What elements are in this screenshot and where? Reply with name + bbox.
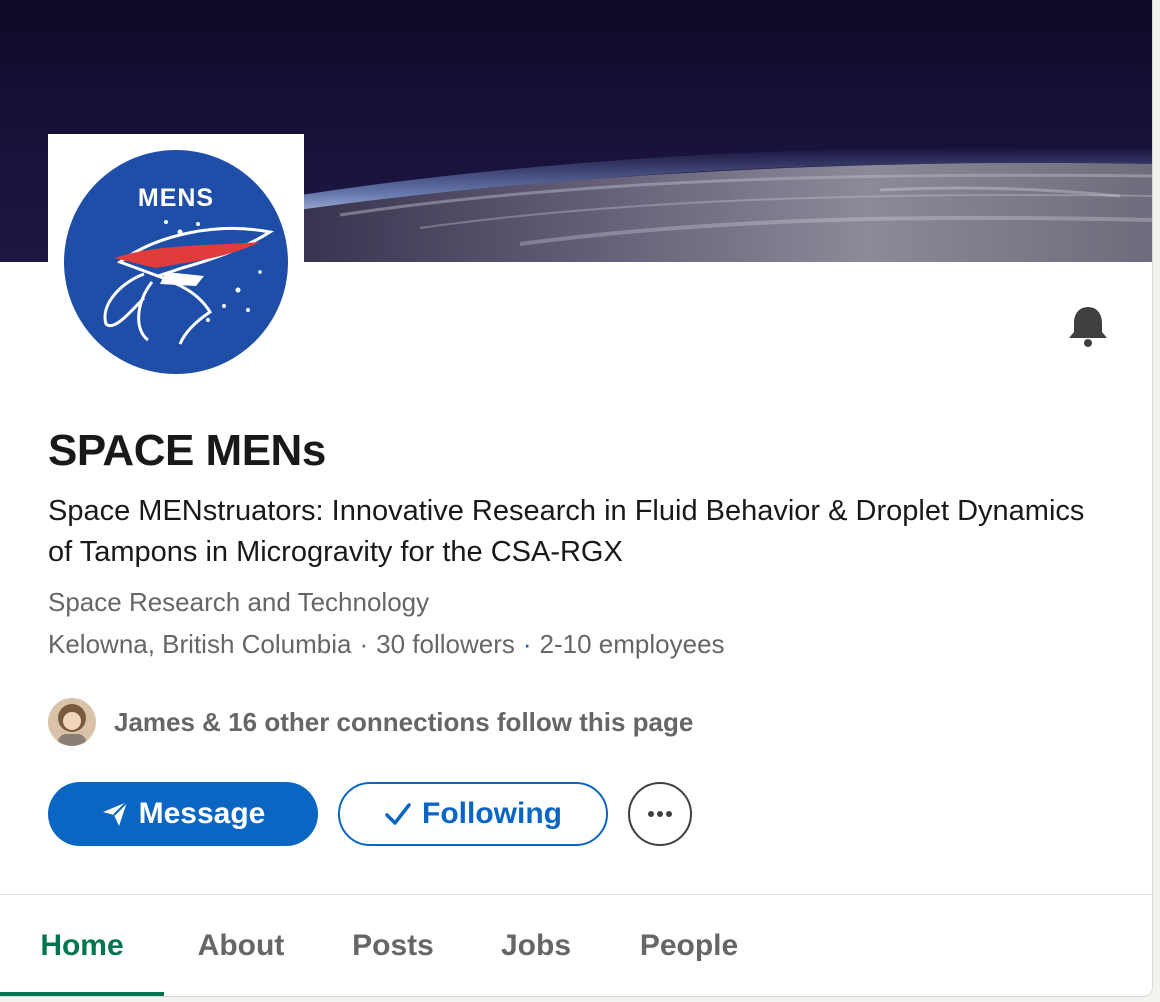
bell-icon[interactable] [1066,304,1110,348]
page-tabs: Home About Posts Jobs People [0,895,1152,996]
more-actions-button[interactable] [628,782,692,846]
tab-home[interactable]: Home [0,895,164,996]
connections-follow-text: James & 16 other connections follow this… [114,706,694,737]
send-icon [101,800,129,828]
company-industry: Space Research and Technology [48,587,430,617]
tab-people[interactable]: People [604,895,774,996]
tab-posts[interactable]: Posts [318,895,468,996]
meta-separator: · [522,629,532,659]
checkmark-icon [384,800,412,828]
following-button[interactable]: Following [338,782,608,846]
followers-count[interactable]: 30 followers [376,629,515,659]
company-name: SPACE MENs [48,426,326,475]
connections-follow-row[interactable]: James & 16 other connections follow this… [48,697,693,747]
company-meta: Kelowna, British Columbia · 30 followers · 2… [48,629,725,660]
svg-text:MENS: MENS [138,184,214,212]
company-logo[interactable]: MENS [48,134,304,390]
avatar [48,698,96,746]
message-button[interactable]: Message [48,782,318,846]
more-icon [646,805,674,823]
meta-separator: · [359,629,369,659]
message-button-label: Message [138,797,266,830]
following-button-label: Following [422,797,562,830]
tab-about[interactable]: About [164,895,318,996]
tab-jobs[interactable]: Jobs [468,895,604,996]
company-page-card: MENS SPACE MENs Space MENstruators: Inno… [0,0,1153,997]
company-tagline: Space MENstruators: Innovative Research … [48,495,1085,568]
company-location: Kelowna, British Columbia [48,629,352,659]
employee-count[interactable]: 2-10 employees [540,629,725,659]
